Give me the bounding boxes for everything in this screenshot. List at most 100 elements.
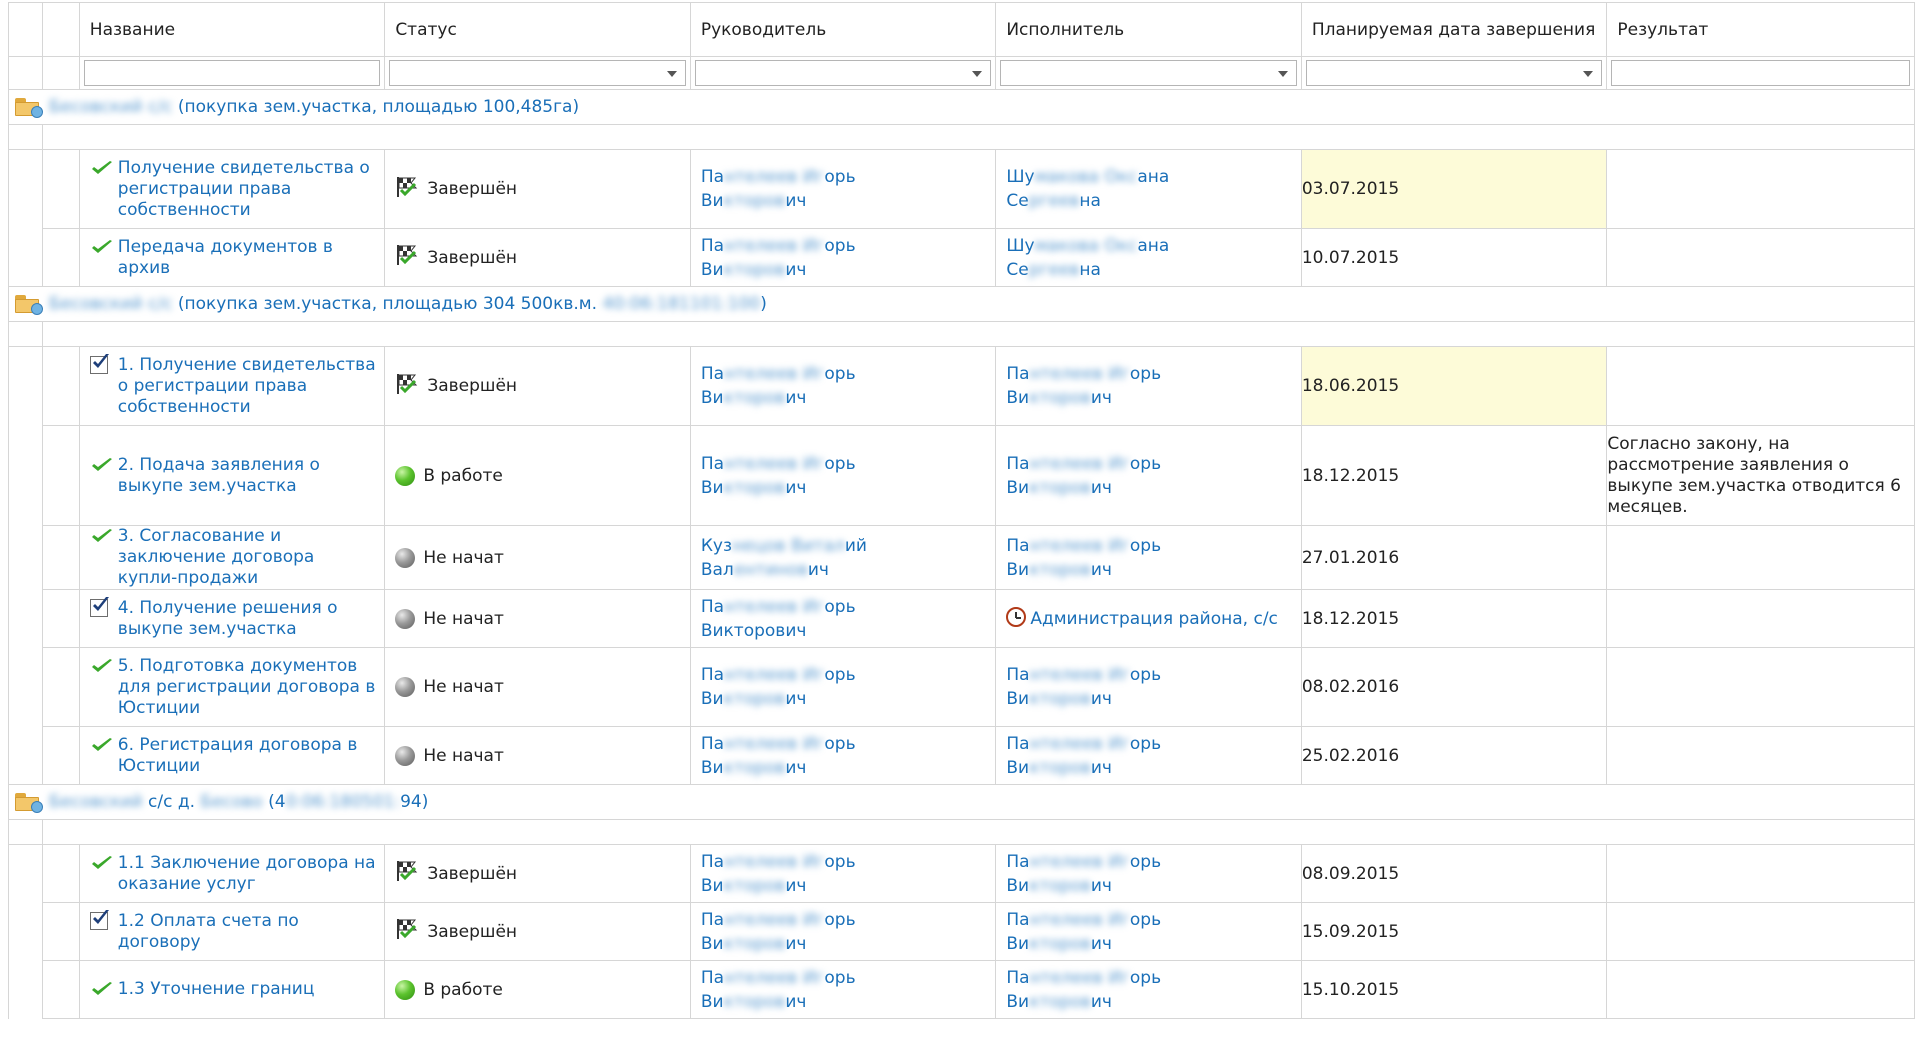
table-row[interactable]: 1. Получение свидетельства о регистрации… bbox=[7, 346, 1915, 426]
manager-link[interactable]: Пантелеев Игорь Викторович bbox=[691, 966, 996, 1014]
group-label[interactable]: Бесовский с/с (покупка зем.участка, площ… bbox=[15, 294, 1914, 315]
task-name-link[interactable]: 1.1 Заключение договора на оказание услу… bbox=[118, 853, 377, 895]
manager-link[interactable]: Пантелеев Игорь Викторович bbox=[691, 850, 996, 898]
header-planned-date[interactable]: Планируемая дата завершения bbox=[1300, 2, 1608, 57]
table-row[interactable]: Передача документов в архив Завершён Панте… bbox=[7, 228, 1915, 287]
checkbox-icon[interactable] bbox=[89, 909, 114, 931]
group-spacer bbox=[7, 321, 1915, 347]
header-status[interactable]: Статус bbox=[384, 2, 691, 57]
manager-link[interactable]: Пантелеев Игорь Викторович bbox=[691, 908, 996, 956]
task-name-link[interactable]: 3. Согласование и заключение договора ку… bbox=[118, 526, 377, 589]
person-part: Ви bbox=[700, 388, 724, 408]
group-row[interactable]: Бесовский с/с (покупка зем.участка, площ… bbox=[8, 286, 1915, 322]
executor-link[interactable]: Шумакова Оксана Сергеевна bbox=[996, 165, 1301, 213]
status-text: Завершён bbox=[427, 376, 518, 396]
person-part-blurred: нтелеев Иг bbox=[724, 453, 825, 474]
flag-icon bbox=[395, 373, 419, 400]
header-manager[interactable]: Руководитель bbox=[689, 2, 997, 57]
status-text: Не начат bbox=[423, 745, 504, 766]
person-part-blurred: кторов bbox=[1029, 477, 1091, 498]
executor-link[interactable]: Администрация района, с/с bbox=[996, 606, 1301, 631]
result-filter-input[interactable] bbox=[1611, 60, 1910, 86]
group-row[interactable]: Бесовский с/с д. Бесово (40:06:180501:94… bbox=[8, 784, 1915, 820]
manager-filter-select[interactable] bbox=[694, 60, 992, 86]
person-part: ич bbox=[785, 689, 807, 709]
date-filter-select[interactable] bbox=[1305, 60, 1603, 86]
header-name[interactable]: Название bbox=[78, 2, 386, 57]
person-part-blurred: нтелеев Иг bbox=[1029, 535, 1130, 556]
executor-link[interactable]: Пантелеев Игорь Викторович bbox=[996, 362, 1301, 410]
status-filter-select[interactable] bbox=[389, 60, 686, 86]
table-row[interactable]: 6. Регистрация договора в Юстиции Не нача… bbox=[7, 726, 1915, 785]
task-name-link[interactable]: 4. Получение решения о выкупе зем.участк… bbox=[118, 598, 377, 640]
planned-date-cell: 08.02.2016 bbox=[1300, 647, 1608, 727]
group-title-text: с/с д. bbox=[148, 792, 195, 812]
manager-link[interactable]: Пантелеев Игорь Викторович bbox=[691, 595, 996, 643]
task-name-link[interactable]: 1.2 Оплата счета по договору bbox=[118, 911, 377, 953]
task-name-link[interactable]: Получение свидетельства о регистрации пр… bbox=[118, 158, 377, 221]
table-row[interactable]: 1.1 Заключение договора на оказание услу… bbox=[7, 844, 1915, 903]
checkbox-icon[interactable] bbox=[89, 353, 114, 375]
manager-link[interactable]: Пантелеев Игорь Викторович bbox=[691, 362, 996, 410]
manager-link[interactable]: Кузнецов Виталий Валентинович bbox=[691, 534, 996, 582]
task-name-link[interactable]: 2. Подача заявления о выкупе зем.участка bbox=[118, 455, 377, 497]
executor-link[interactable]: Пантелеев Игорь Викторович bbox=[996, 663, 1301, 711]
header-executor[interactable]: Исполнитель bbox=[995, 2, 1302, 57]
status-cell: Не начат bbox=[385, 608, 690, 629]
table-row[interactable]: 1.2 Оплата счета по договору Завершён Пант… bbox=[7, 902, 1915, 961]
checkbox-icon[interactable] bbox=[89, 596, 114, 618]
manager-link[interactable]: Пантелеев Игорь Викторович bbox=[691, 663, 996, 711]
person-part: Па bbox=[1006, 909, 1030, 930]
group-label[interactable]: Бесовский с/с д. Бесово (40:06:180501:94… bbox=[15, 792, 1914, 813]
planned-date: 10.07.2015 bbox=[1301, 247, 1400, 268]
task-name-cell: 1.1 Заключение договора на оказание услу… bbox=[80, 853, 385, 895]
result-cell bbox=[1606, 589, 1915, 648]
person-part-blurred: нтелеев Иг bbox=[1029, 364, 1130, 384]
group-prefix: Бесовский bbox=[49, 792, 143, 812]
person-part: Ви bbox=[700, 933, 724, 954]
executor-link[interactable]: Пантелеев Игорь Викторович bbox=[996, 850, 1301, 898]
planned-date-cell: 15.10.2015 bbox=[1300, 960, 1608, 1019]
executor-link[interactable]: Пантелеев Игорь Викторович bbox=[996, 534, 1301, 582]
table-row[interactable]: Получение свидетельства о регистрации пр… bbox=[7, 149, 1915, 229]
group-title: Бесовский с/с (покупка зем.участка, площ… bbox=[49, 97, 579, 117]
planned-date-cell: 18.06.2015 bbox=[1300, 346, 1608, 426]
person-part: орь bbox=[824, 596, 856, 617]
manager-link[interactable]: Пантелеев Игорь Викторович bbox=[691, 452, 996, 500]
manager-link[interactable]: Пантелеев Игорь Викторович bbox=[691, 234, 996, 282]
table-row[interactable]: 1.3 Уточнение границ В работе Пантелеев Иг… bbox=[7, 960, 1915, 1019]
group-title: Бесовский с/с д. Бесово (40:06:180501:94… bbox=[49, 792, 428, 812]
executor-link[interactable]: Пантелеев Игорь Викторович bbox=[996, 908, 1301, 956]
person-part-blurred: ргеев bbox=[1028, 191, 1080, 211]
task-name-link[interactable]: 1.3 Уточнение границ bbox=[118, 979, 315, 1000]
person-part: Ви bbox=[700, 875, 724, 896]
group-title-mid: (4 bbox=[268, 792, 286, 812]
flag-icon bbox=[395, 860, 419, 887]
executor-filter-select[interactable] bbox=[1000, 60, 1297, 86]
task-name-link[interactable]: 6. Регистрация договора в Юстиции bbox=[118, 735, 377, 777]
task-name-link[interactable]: Передача документов в архив bbox=[118, 237, 377, 279]
task-name-link[interactable]: 1. Получение свидетельства о регистрации… bbox=[118, 355, 377, 418]
executor-link[interactable]: Пантелеев Игорь Викторович bbox=[996, 966, 1301, 1014]
person-part: ич bbox=[785, 477, 807, 498]
person-part-blurred: нтелеев Иг bbox=[724, 909, 825, 930]
task-name-link[interactable]: 5. Подготовка документов для регистрации… bbox=[118, 656, 377, 719]
table-row[interactable]: 2. Подача заявления о выкупе зем.участка… bbox=[7, 425, 1915, 526]
executor-link[interactable]: Пантелеев Игорь Викторович bbox=[996, 732, 1301, 780]
table-row[interactable]: 4. Получение решения о выкупе зем.участк… bbox=[7, 589, 1915, 648]
header-result[interactable]: Результат bbox=[1606, 2, 1915, 57]
person-part: Па bbox=[700, 733, 725, 754]
person-part-blurred: кторов bbox=[723, 477, 786, 498]
group-label[interactable]: Бесовский с/с (покупка зем.участка, площ… bbox=[15, 97, 1914, 118]
table-row[interactable]: 5. Подготовка документов для регистрации… bbox=[7, 647, 1915, 727]
table-row[interactable]: 3. Согласование и заключение договора ку… bbox=[7, 525, 1915, 590]
person-part: орь bbox=[824, 967, 856, 988]
planned-date: 27.01.2016 bbox=[1301, 547, 1400, 568]
group-row[interactable]: Бесовский с/с (покупка зем.участка, площ… bbox=[8, 89, 1915, 125]
manager-link[interactable]: Пантелеев Игорь Викторович bbox=[691, 732, 996, 780]
name-filter-input[interactable] bbox=[83, 60, 381, 86]
flag-icon bbox=[395, 244, 419, 271]
executor-link[interactable]: Шумакова Оксана Сергеевна bbox=[996, 234, 1301, 282]
manager-link[interactable]: Пантелеев Игорь Викторович bbox=[691, 165, 996, 213]
executor-link[interactable]: Пантелеев Игорь Викторович bbox=[996, 452, 1301, 500]
